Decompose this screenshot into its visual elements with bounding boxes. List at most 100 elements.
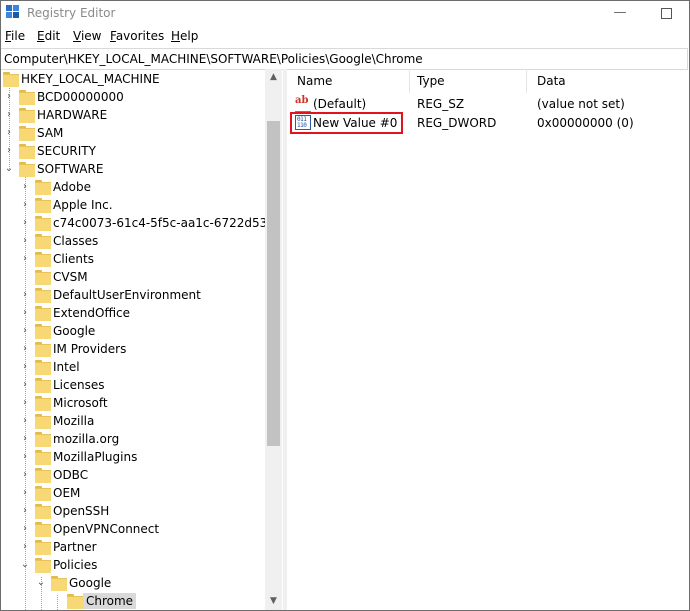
tree-node[interactable]: › Adobe (1, 178, 283, 196)
tree-vertical-scrollbar[interactable]: ▲ ▼ (265, 69, 282, 610)
tree-node[interactable]: › Apple Inc. (1, 196, 283, 214)
column-header-name[interactable]: Name (287, 69, 410, 93)
tree-node-label: Adobe (53, 180, 91, 194)
chevron-right-icon[interactable]: › (19, 432, 31, 446)
tree-node[interactable]: ⌄ SOFTWARE (1, 160, 283, 178)
chevron-down-icon[interactable]: ⌄ (19, 558, 31, 572)
maximize-button[interactable] (643, 1, 689, 27)
value-row-default[interactable]: ab (Default) REG_SZ (value not set) (287, 95, 689, 113)
chevron-right-icon[interactable]: › (19, 522, 31, 536)
menu-help[interactable]: Help (171, 29, 198, 43)
tree-node[interactable]: › Microsoft (1, 394, 283, 412)
tree-node[interactable]: › OpenVPNConnect (1, 520, 283, 538)
chevron-right-icon[interactable]: › (19, 216, 31, 230)
tree-node[interactable]: › MozillaPlugins (1, 448, 283, 466)
chevron-right-icon[interactable]: › (3, 144, 15, 158)
folder-icon (35, 216, 51, 231)
menu-file[interactable]: File (5, 29, 25, 43)
scroll-down-arrow-icon[interactable]: ▼ (265, 593, 282, 610)
tree-node[interactable]: › BCD00000000 (1, 88, 283, 106)
folder-icon (35, 396, 51, 411)
chevron-right-icon[interactable]: › (19, 468, 31, 482)
tree-node-label: Policies (53, 558, 98, 572)
tree-node[interactable]: › HARDWARE (1, 106, 283, 124)
chevron-right-icon[interactable]: › (19, 378, 31, 392)
tree-node[interactable]: › IM Providers (1, 340, 283, 358)
tree-node[interactable]: › SAM (1, 124, 283, 142)
address-bar[interactable]: Computer\HKEY_LOCAL_MACHINE\SOFTWARE\Pol… (1, 48, 688, 70)
tree-node[interactable]: › OEM (1, 484, 283, 502)
minimize-button[interactable]: — (597, 1, 643, 27)
chevron-right-icon[interactable]: › (19, 198, 31, 212)
tree-node[interactable]: › Intel (1, 358, 283, 376)
tree-node-label: HKEY_LOCAL_MACHINE (21, 72, 160, 86)
chevron-right-icon[interactable]: › (19, 414, 31, 428)
menu-bar: File Edit View Favorites Help (1, 28, 689, 46)
chevron-right-icon[interactable]: › (19, 342, 31, 356)
annotation-highlight-box (290, 112, 403, 134)
chevron-down-icon[interactable]: ⌄ (3, 162, 15, 176)
folder-icon (35, 504, 51, 519)
registry-tree[interactable]: HKEY_LOCAL_MACHINE › BCD00000000 › HARDWARE ›… (1, 69, 283, 610)
tree-node-selected[interactable]: Chrome (1, 592, 283, 610)
tree-node-label: SOFTWARE (37, 162, 104, 176)
tree-node[interactable]: › Classes (1, 232, 283, 250)
value-data: 0x00000000 (0) (537, 116, 634, 130)
tree-node[interactable]: › Clients (1, 250, 283, 268)
folder-icon (35, 486, 51, 501)
chevron-right-icon[interactable]: › (19, 504, 31, 518)
chevron-right-icon[interactable]: › (19, 486, 31, 500)
values-list[interactable]: Name Type Data ab (Default) REG_SZ (valu… (287, 69, 689, 610)
chevron-right-icon[interactable]: › (19, 450, 31, 464)
menu-view[interactable]: View (73, 29, 101, 43)
tree-node[interactable]: ⌄ Policies (1, 556, 283, 574)
tree-node-label: DefaultUserEnvironment (53, 288, 201, 302)
scrollbar-thumb[interactable] (267, 121, 280, 446)
tree-node[interactable]: › Mozilla (1, 412, 283, 430)
folder-icon (19, 162, 35, 177)
tree-node[interactable]: ⌄ Google (1, 574, 283, 592)
column-header-type[interactable]: Type (407, 69, 527, 93)
folder-icon (35, 342, 51, 357)
tree-node[interactable]: › ExtendOffice (1, 304, 283, 322)
tree-node[interactable]: › Licenses (1, 376, 283, 394)
tree-node-label: MozillaPlugins (53, 450, 138, 464)
menu-edit[interactable]: Edit (37, 29, 60, 43)
tree-node-label: c74c0073-61c4-5f5c-aa1c-6722d538bc46 (53, 216, 283, 230)
chevron-right-icon[interactable]: › (19, 180, 31, 194)
title-bar[interactable]: Registry Editor — (1, 1, 689, 27)
chevron-right-icon[interactable]: › (19, 306, 31, 320)
chevron-right-icon[interactable]: › (19, 234, 31, 248)
chevron-right-icon[interactable]: › (3, 108, 15, 122)
tree-node-root[interactable]: HKEY_LOCAL_MACHINE (1, 70, 283, 88)
column-header-data[interactable]: Data (527, 69, 689, 93)
folder-icon (35, 270, 51, 285)
folder-icon (35, 360, 51, 375)
tree-node[interactable]: › SECURITY (1, 142, 283, 160)
value-name: (Default) (313, 97, 367, 111)
menu-favorites[interactable]: Favorites (110, 29, 164, 43)
tree-node[interactable]: › DefaultUserEnvironment (1, 286, 283, 304)
chevron-right-icon[interactable]: › (3, 126, 15, 140)
folder-icon (35, 468, 51, 483)
chevron-down-icon[interactable]: ⌄ (35, 576, 47, 590)
tree-node-label: ODBC (53, 468, 89, 482)
tree-node[interactable]: › c74c0073-61c4-5f5c-aa1c-6722d538bc46 (1, 214, 283, 232)
tree-node[interactable]: › ODBC (1, 466, 283, 484)
tree-node[interactable]: CVSM (1, 268, 283, 286)
tree-node[interactable]: › Google (1, 322, 283, 340)
tree-node[interactable]: › mozilla.org (1, 430, 283, 448)
tree-node[interactable]: › OpenSSH (1, 502, 283, 520)
chevron-right-icon[interactable]: › (19, 324, 31, 338)
chevron-right-icon[interactable]: › (19, 252, 31, 266)
tree-node[interactable]: › Partner (1, 538, 283, 556)
chevron-right-icon[interactable]: › (3, 90, 15, 104)
chevron-right-icon[interactable]: › (19, 288, 31, 302)
folder-icon (35, 540, 51, 555)
chevron-right-icon[interactable]: › (19, 360, 31, 374)
value-type: REG_DWORD (417, 116, 497, 130)
scroll-up-arrow-icon[interactable]: ▲ (265, 69, 282, 86)
chevron-right-icon[interactable]: › (19, 540, 31, 554)
chevron-right-icon[interactable]: › (19, 396, 31, 410)
folder-icon (35, 432, 51, 447)
